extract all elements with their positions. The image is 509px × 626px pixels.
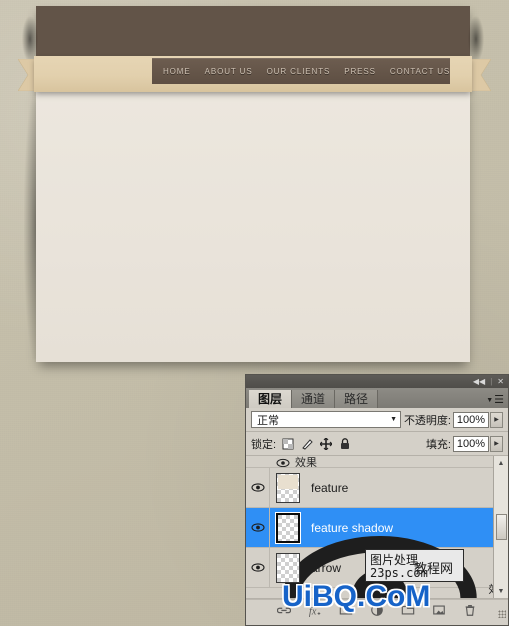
- clipped-effects-row-top: 效果: [246, 456, 508, 468]
- eye-icon[interactable]: [276, 456, 290, 467]
- panel-menu-icon[interactable]: ▼ ☰: [486, 394, 504, 406]
- collapse-icon[interactable]: ◀◀: [473, 377, 485, 386]
- layer-row-feature[interactable]: feature: [246, 468, 508, 508]
- opacity-input[interactable]: 100%: [453, 411, 489, 428]
- blend-opacity-row: 正常 ▼ 不透明度: 100% ▶: [246, 408, 508, 432]
- website-mockup: HOME ABOUT US OUR CLIENTS PRESS CONTACT …: [0, 0, 509, 372]
- delete-layer-icon[interactable]: [463, 603, 477, 617]
- titlebar-separator: |: [490, 377, 493, 386]
- tab-channels[interactable]: 通道: [292, 390, 336, 408]
- eye-icon: [250, 523, 265, 532]
- fill-label: 填充:: [425, 438, 451, 451]
- panel-resize-grip[interactable]: [498, 610, 506, 618]
- nav-item-home[interactable]: HOME: [152, 67, 198, 76]
- layer-visibility-toggle[interactable]: [246, 468, 270, 507]
- lock-position-icon[interactable]: [320, 437, 333, 450]
- opacity-slider-icon[interactable]: ▶: [490, 411, 503, 428]
- nav-item-about-us[interactable]: ABOUT US: [198, 67, 260, 76]
- blend-mode-select[interactable]: 正常 ▼: [251, 411, 401, 428]
- panel-bottom-toolbar: fx: [246, 599, 508, 619]
- panel-menu-caret-icon: ▼: [486, 396, 494, 404]
- tab-paths[interactable]: 路径: [335, 390, 379, 408]
- panel-tabbar: 图层 通道 路径 ▼ ☰: [246, 388, 508, 408]
- clipped-effects-label: 效果: [295, 457, 317, 468]
- tab-layers[interactable]: 图层: [249, 390, 293, 408]
- site-navigation: HOME ABOUT US OUR CLIENTS PRESS CONTACT …: [152, 58, 450, 84]
- layer-visibility-toggle[interactable]: [246, 548, 270, 587]
- eye-icon: [250, 563, 265, 572]
- blend-mode-value: 正常: [257, 414, 279, 427]
- layer-name: feature: [311, 480, 349, 495]
- lock-transparent-pixels-icon[interactable]: [282, 438, 294, 450]
- thumbnail-content: [278, 474, 298, 489]
- watermark-line-3: 教程网: [414, 562, 454, 577]
- site-header-bar: [22, 6, 484, 62]
- layer-visibility-toggle[interactable]: [246, 508, 270, 547]
- lock-image-pixels-icon[interactable]: [301, 438, 313, 450]
- fill-input[interactable]: 100%: [453, 435, 489, 452]
- panel-titlebar: ◀◀ | ✕: [246, 375, 508, 388]
- layer-list-scrollbar[interactable]: ▲ ▼: [493, 456, 508, 598]
- scroll-up-arrow-icon[interactable]: ▲: [494, 456, 508, 470]
- watermark-tooltip-box: 图片处理 23ps.com 教程网: [365, 549, 464, 582]
- nav-item-contact-us[interactable]: CONTACT US: [383, 67, 457, 76]
- photoshop-layers-panel: ◀◀ | ✕ 图层 通道 路径 ▼ ☰ 正常 ▼ 不透明度: 100% ▶ 锁定…: [245, 374, 509, 626]
- new-layer-icon[interactable]: [432, 603, 446, 617]
- layer-effects-row[interactable]: 效果: [246, 535, 508, 598]
- lock-fill-row: 锁定: 填充: 100% ▶: [246, 432, 508, 456]
- close-icon[interactable]: ✕: [497, 377, 504, 386]
- new-group-icon[interactable]: [401, 603, 415, 617]
- svg-text:fx: fx: [309, 606, 317, 617]
- lock-icon-group: [282, 437, 351, 450]
- chevron-down-icon: ▼: [390, 416, 397, 423]
- panel-menu-lines-icon: ☰: [494, 394, 504, 406]
- opacity-label: 不透明度:: [403, 414, 451, 427]
- site-content-area: [24, 86, 470, 362]
- lock-label: 锁定:: [251, 438, 277, 451]
- scrollbar-thumb[interactable]: [496, 514, 507, 540]
- layer-style-fx-icon[interactable]: fx: [308, 603, 322, 617]
- layer-thumbnail[interactable]: [275, 511, 301, 544]
- scroll-down-arrow-icon[interactable]: ▼: [494, 584, 508, 598]
- layer-thumbnail[interactable]: [276, 552, 300, 583]
- nav-item-press[interactable]: PRESS: [337, 67, 383, 76]
- layer-thumbnail[interactable]: [276, 472, 300, 503]
- adjustment-layer-icon[interactable]: [370, 603, 384, 617]
- eye-icon: [250, 483, 265, 492]
- layer-mask-icon[interactable]: [339, 603, 353, 617]
- link-layers-icon[interactable]: [277, 603, 291, 617]
- lock-all-icon[interactable]: [339, 437, 351, 450]
- fill-slider-icon[interactable]: ▶: [490, 435, 503, 452]
- nav-item-our-clients[interactable]: OUR CLIENTS: [260, 67, 338, 76]
